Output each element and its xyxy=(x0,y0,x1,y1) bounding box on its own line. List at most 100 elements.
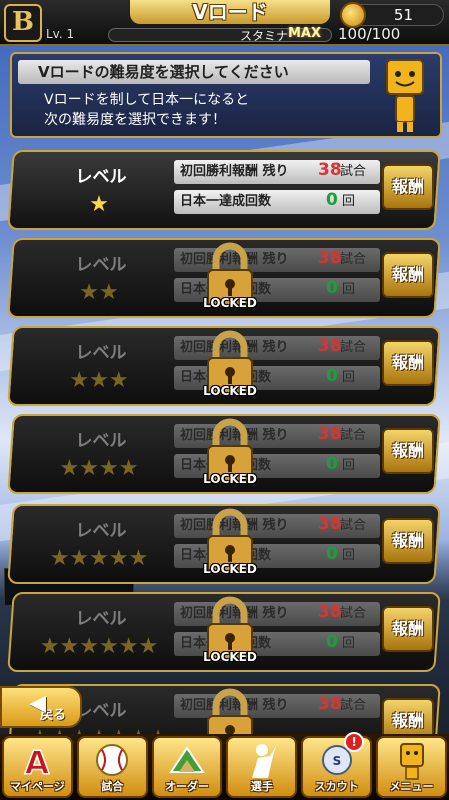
notification-badge: ! xyxy=(344,732,365,752)
level-card: レベル★★★★★初回勝利報酬 残り38試合日本一達成回数0回報酬LOCKED xyxy=(7,504,441,584)
difficulty-stars: ★★ xyxy=(79,280,119,305)
level-label: レベル xyxy=(75,343,127,363)
lock: LOCKED xyxy=(200,506,260,584)
locked-label: LOCKED xyxy=(203,650,257,664)
remaining-label: 残り xyxy=(262,252,289,267)
instruction-line: 次の難易度を選択できます！ xyxy=(44,112,226,128)
reward-button[interactable]: 報酬 xyxy=(382,518,434,564)
remaining-label: 残り xyxy=(262,340,289,355)
lock: LOCKED xyxy=(200,240,260,318)
instruction-text: Vロードを制して日本一になると 次の難易度を選択できます！ xyxy=(44,90,364,130)
locked-label: LOCKED xyxy=(203,296,257,310)
nav-label: 選手 xyxy=(250,780,273,793)
games-unit: 試合 xyxy=(340,698,367,713)
games-unit: 試合 xyxy=(340,252,367,267)
lock: LOCKED xyxy=(200,594,260,672)
stamina-max-label: MAX xyxy=(288,26,322,41)
nav-menu[interactable]: メニュー xyxy=(376,736,447,798)
championship-count: 0 xyxy=(326,544,338,564)
player-level: Lv. 1 xyxy=(46,27,75,41)
times-unit: 回 xyxy=(342,458,356,473)
nav-label: オーダー xyxy=(165,780,210,793)
championship-label: 日本一達成回数 xyxy=(180,194,272,209)
times-unit: 回 xyxy=(342,370,356,385)
level-card: レベル★★★初回勝利報酬 残り38試合日本一達成回数0回報酬LOCKED xyxy=(7,326,441,406)
championship-count: 0 xyxy=(326,454,338,474)
nav-players[interactable]: 選手 xyxy=(226,736,298,798)
reward-button[interactable]: 報酬 xyxy=(382,340,434,386)
locked-label: LOCKED xyxy=(203,472,257,486)
difficulty-stars: ★★★★★★ xyxy=(39,634,159,659)
reward-button[interactable]: 報酬 xyxy=(382,164,434,210)
remaining-games-count: 38 xyxy=(318,160,342,180)
field-icon xyxy=(169,746,205,773)
page-title: Vロード xyxy=(130,0,330,24)
nav-label: スカウト xyxy=(314,780,359,793)
difficulty-stars: ★★★★★ xyxy=(49,546,149,571)
bottom-nav: A マイページ 試合 オーダー 選手 S スカウト ! メニュー xyxy=(0,732,449,800)
reward-button[interactable]: 報酬 xyxy=(382,252,434,298)
level-label: レベル xyxy=(75,167,127,187)
remaining-label: 残り xyxy=(262,698,289,713)
menu-icon xyxy=(399,743,424,780)
difficulty-stars: ★★★ xyxy=(69,368,129,393)
games-unit: 試合 xyxy=(340,518,367,533)
back-arrow-icon: ◀ xyxy=(29,691,46,716)
lock: LOCKED xyxy=(200,328,260,406)
instruction-line: Vロードを制して日本一になると xyxy=(44,92,250,108)
remaining-games-count: 38 xyxy=(318,514,342,534)
championship-count: 0 xyxy=(326,632,338,652)
level-card: レベル★★★★★★初回勝利報酬 残り38試合日本一達成回数0回報酬LOCKED xyxy=(7,592,441,672)
difficulty-stars: ★★★★ xyxy=(59,456,139,481)
times-unit: 回 xyxy=(342,194,356,209)
times-unit: 回 xyxy=(342,636,356,651)
remaining-games-count: 38 xyxy=(318,336,342,356)
level-label: レベル xyxy=(75,521,127,541)
svg-text:S: S xyxy=(332,754,341,768)
nav-label: 試合 xyxy=(101,780,124,793)
level-card: レベル★★★★初回勝利報酬 残り38試合日本一達成回数0回報酬LOCKED xyxy=(7,414,441,494)
championship-count: 0 xyxy=(326,278,338,298)
nav-mypage[interactable]: A マイページ xyxy=(2,736,73,798)
instruction-box: Vロードの難易度を選択してください Vロードを制して日本一になると 次の難易度を… xyxy=(10,52,442,138)
games-unit: 試合 xyxy=(340,428,367,443)
remaining-label: 残り xyxy=(262,518,289,533)
level-label: レベル xyxy=(75,431,127,451)
championship-row: 日本一達成回数 0回 xyxy=(174,190,380,214)
remaining-label: 残り xyxy=(262,428,289,443)
stamina-value: 100/100 xyxy=(338,25,401,43)
remaining-games-count: 38 xyxy=(318,424,342,444)
nav-scout[interactable]: S スカウト ! xyxy=(301,732,373,798)
championship-count: 0 xyxy=(326,190,338,210)
nav-label: メニュー xyxy=(389,780,434,793)
team-logo[interactable]: B xyxy=(4,4,42,42)
games-unit: 試合 xyxy=(340,164,367,179)
games-unit: 試合 xyxy=(340,606,367,621)
nav-label: マイページ xyxy=(10,780,65,793)
level-card: レベル★★初回勝利報酬 残り38試合日本一達成回数0回報酬LOCKED xyxy=(7,238,441,318)
mascot-icon xyxy=(386,59,424,132)
remaining-label: 残り xyxy=(262,164,289,179)
remaining-label: 残り xyxy=(262,606,289,621)
remaining-games-count: 38 xyxy=(318,248,342,268)
times-unit: 回 xyxy=(342,282,356,297)
times-unit: 回 xyxy=(342,548,356,563)
championship-count: 0 xyxy=(326,366,338,386)
locked-label: LOCKED xyxy=(203,384,257,398)
games-unit: 試合 xyxy=(340,340,367,355)
nav-order[interactable]: オーダー xyxy=(151,736,223,798)
back-button[interactable]: ◀ 戻る xyxy=(0,686,82,728)
stamina-label: スタミナ xyxy=(240,29,289,43)
reward-label: 初回勝利報酬 xyxy=(180,164,259,179)
level-card[interactable]: レベル ★ 初回勝利報酬 残り 38 試合日本一達成回数 0 回 報酬 xyxy=(7,150,441,230)
difficulty-stars: ★ xyxy=(89,192,109,217)
mypage-icon: A xyxy=(24,743,51,780)
reward-button[interactable]: 報酬 xyxy=(382,606,434,652)
nav-game[interactable]: 試合 xyxy=(76,736,148,798)
lock: LOCKED xyxy=(200,416,260,494)
level-label: レベル xyxy=(75,609,127,629)
svg-text:A: A xyxy=(25,744,50,780)
remaining-games-count: 38 xyxy=(318,602,342,622)
instruction-title: Vロードの難易度を選択してください xyxy=(18,60,370,84)
reward-button[interactable]: 報酬 xyxy=(382,428,434,474)
